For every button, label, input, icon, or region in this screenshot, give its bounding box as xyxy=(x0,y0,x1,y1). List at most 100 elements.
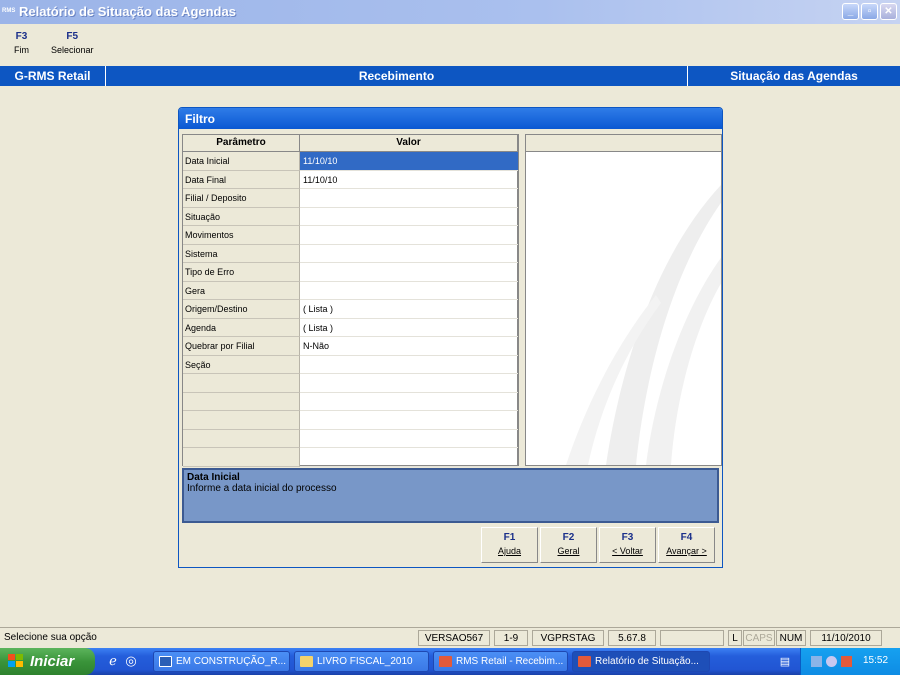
module-name: Recebimento xyxy=(106,66,688,86)
table-row[interactable]: Agenda( Lista ) xyxy=(183,318,518,337)
fkey-label: F4 xyxy=(680,532,693,543)
toolbar-fim-button[interactable]: F3 Fim xyxy=(14,31,29,55)
avancar-button[interactable]: F4 Avançar > xyxy=(658,527,715,563)
close-button[interactable]: ✕ xyxy=(880,3,897,20)
table-row[interactable]: Origem/Destino( Lista ) xyxy=(183,300,518,319)
taskbar-item-relatorio[interactable]: Relatório de Situação... xyxy=(572,651,710,672)
status-num: NUM xyxy=(776,630,806,646)
toolbar-selecionar-button[interactable]: F5 Selecionar xyxy=(51,31,94,55)
table-row[interactable]: Seção xyxy=(183,355,518,374)
parameter-cell xyxy=(183,429,300,448)
table-row[interactable]: Sistema xyxy=(183,244,518,263)
status-l: L xyxy=(728,630,742,646)
clock: 15:52 xyxy=(863,655,889,666)
geral-button[interactable]: F2 Geral xyxy=(540,527,597,563)
value-cell[interactable] xyxy=(300,282,518,300)
column-header-parametro: Parâmetro xyxy=(183,135,300,152)
column-header-valor: Valor xyxy=(300,135,518,152)
table-row[interactable]: Data Final 11/10/10 xyxy=(183,170,518,189)
fkey-action: Fim xyxy=(14,45,29,55)
table-row[interactable] xyxy=(183,448,518,467)
table-row[interactable]: Gera xyxy=(183,281,518,300)
table-row[interactable] xyxy=(183,374,518,393)
table-row[interactable]: Filial / Deposito xyxy=(183,189,518,208)
status-message: Selecione sua opção xyxy=(2,630,414,646)
window-titlebar: RMS Relatório de Situação das Agendas _ … xyxy=(0,0,900,24)
security-icon[interactable] xyxy=(826,656,837,667)
value-cell[interactable] xyxy=(300,245,518,263)
rms-tray-icon[interactable] xyxy=(841,656,852,667)
help-panel: Data Inicial Informe a data inicial do p… xyxy=(182,468,719,523)
fkey-label: F5 xyxy=(66,31,79,42)
fkey-action: Selecionar xyxy=(51,45,94,55)
start-button[interactable]: Iniciar xyxy=(0,648,95,675)
status-bar: Selecione sua opção VERSAO567 1-9 VGPRST… xyxy=(0,627,900,647)
parameter-cell: Gera xyxy=(183,281,300,300)
parameter-cell: Tipo de Erro xyxy=(183,263,300,282)
value-cell[interactable]: ( Lista ) xyxy=(300,319,518,337)
table-row[interactable]: Data Inicial 11/10/10 xyxy=(183,152,518,171)
table-row[interactable] xyxy=(183,392,518,411)
help-description: Informe a data inicial do processo xyxy=(187,483,337,494)
minimize-button[interactable]: _ xyxy=(842,3,859,20)
taskbar-item-word-doc[interactable]: EM CONSTRUÇÃO_R... xyxy=(153,651,290,672)
value-cell[interactable] xyxy=(300,393,518,411)
keyboard-icon[interactable]: ▤ xyxy=(778,655,792,669)
filter-dialog-title: Filtro xyxy=(179,108,722,129)
watermark-panel xyxy=(525,134,722,466)
button-label: Ajuda xyxy=(497,546,522,556)
parameter-cell: Origem/Destino xyxy=(183,300,300,319)
table-row[interactable] xyxy=(183,411,518,430)
value-cell[interactable] xyxy=(300,430,518,448)
value-cell[interactable] xyxy=(300,226,518,245)
parameter-cell: Seção xyxy=(183,355,300,374)
parameter-cell: Situação xyxy=(183,207,300,226)
system-name: G-RMS Retail xyxy=(0,66,106,86)
value-cell[interactable] xyxy=(300,356,518,374)
value-cell[interactable]: 11/10/10 xyxy=(300,171,518,189)
value-cell[interactable]: ( Lista ) xyxy=(300,300,518,319)
parameter-cell xyxy=(183,392,300,411)
internet-explorer-icon[interactable]: ℯ xyxy=(106,654,120,668)
filter-dialog: Filtro Parâmetro Valor Data Inicial 11/10… xyxy=(178,107,723,568)
parameter-cell xyxy=(183,411,300,430)
value-cell[interactable] xyxy=(300,208,518,226)
fkey-label: F1 xyxy=(503,532,516,543)
rms-app-icon: RMS xyxy=(2,8,16,14)
table-row[interactable]: Situação xyxy=(183,207,518,226)
table-row[interactable]: Tipo de Erro xyxy=(183,263,518,282)
status-caps: CAPS xyxy=(743,630,775,646)
rms-app-icon xyxy=(439,656,452,667)
fkey-label: F3 xyxy=(15,31,28,42)
maximize-button[interactable]: ▫ xyxy=(861,3,878,20)
folder-icon xyxy=(300,656,313,667)
parameter-cell xyxy=(183,374,300,393)
parameter-cell xyxy=(183,448,300,467)
task-label: LIVRO FISCAL_2010 xyxy=(317,656,413,667)
taskbar-item-folder[interactable]: LIVRO FISCAL_2010 xyxy=(294,651,429,672)
taskbar: Iniciar ℯ ◎ EM CONSTRUÇÃO_R... LIVRO FIS… xyxy=(0,648,900,675)
value-cell[interactable] xyxy=(300,411,518,430)
value-cell[interactable] xyxy=(300,374,518,393)
status-range: 1-9 xyxy=(494,630,528,646)
value-cell[interactable]: 11/10/10 xyxy=(300,152,518,171)
button-label: < Voltar xyxy=(612,546,643,556)
value-cell[interactable] xyxy=(300,189,518,208)
parameter-grid: Parâmetro Valor Data Inicial 11/10/10 Data… xyxy=(182,134,518,467)
table-row[interactable] xyxy=(183,429,518,448)
ajuda-button[interactable]: F1 Ajuda xyxy=(481,527,538,563)
network-icon[interactable] xyxy=(811,656,822,667)
button-label: Geral xyxy=(557,546,580,556)
value-cell[interactable] xyxy=(300,263,518,282)
value-cell[interactable]: N-Não xyxy=(300,337,518,356)
windows-flag-icon xyxy=(8,654,24,668)
value-cell[interactable] xyxy=(300,448,518,467)
taskbar-item-rms-recebimento[interactable]: RMS Retail - Recebim... xyxy=(433,651,568,672)
rms-app-icon xyxy=(578,656,591,667)
quicklaunch-app-icon[interactable]: ◎ xyxy=(124,654,138,668)
table-row[interactable]: Movimentos xyxy=(183,226,518,245)
voltar-button[interactable]: F3 < Voltar xyxy=(599,527,656,563)
task-label: RMS Retail - Recebim... xyxy=(456,656,564,667)
button-label: Avançar > xyxy=(666,546,707,556)
table-row[interactable]: Quebrar por Filial N-Não xyxy=(183,337,518,356)
